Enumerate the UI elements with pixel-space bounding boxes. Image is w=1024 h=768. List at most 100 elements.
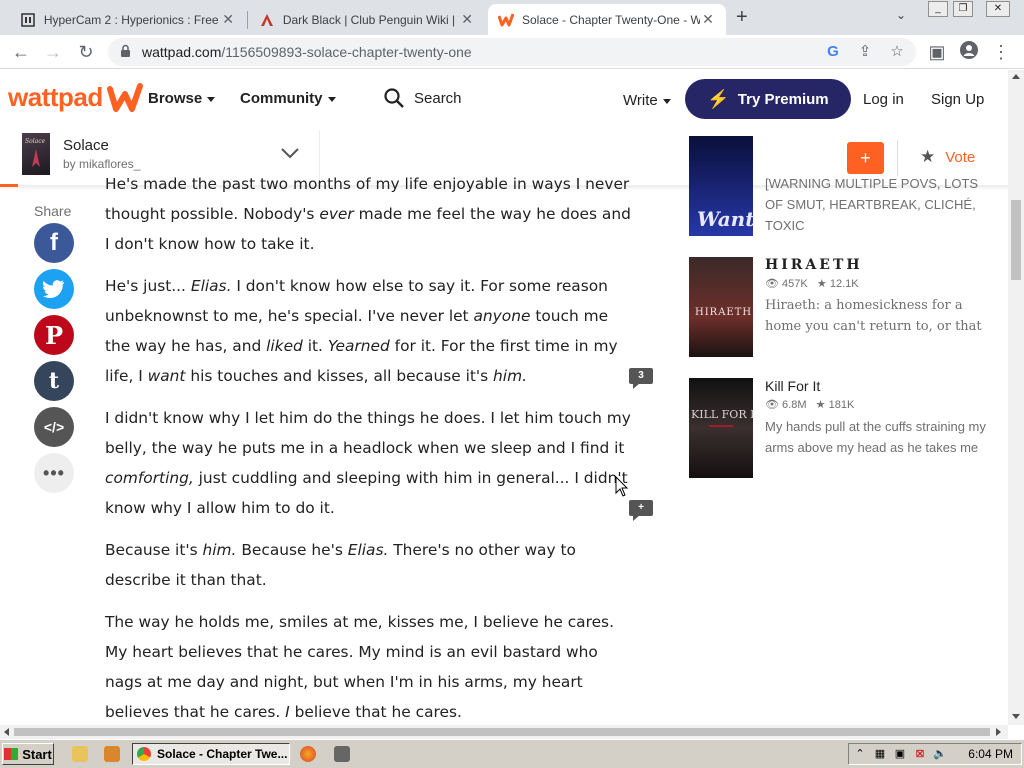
reload-icon[interactable]: ↻: [75, 41, 97, 63]
forward-icon[interactable]: →: [42, 41, 64, 63]
wiki-favicon-icon: [259, 12, 275, 28]
text-run: him.: [493, 367, 527, 385]
text-run: ever: [319, 205, 354, 223]
tab-club-penguin[interactable]: Dark Black | Club Penguin Wiki | Fa ✕: [249, 4, 485, 35]
horizontal-scrollbar[interactable]: [0, 725, 1008, 739]
story-description: [WARNING MULTIPLE POVS, LOTS OF SMUT, HE…: [765, 176, 979, 233]
start-button[interactable]: Start: [2, 743, 54, 765]
back-icon[interactable]: ←: [10, 41, 32, 63]
text-run: anyone: [473, 307, 531, 325]
twitter-share-button[interactable]: [34, 269, 74, 309]
close-window-icon[interactable]: ✕: [986, 1, 1010, 17]
star-icon: ★: [816, 278, 827, 290]
community-menu[interactable]: Community: [240, 90, 336, 107]
url-text: wattpad.com/1156509893-solace-chapter-tw…: [142, 44, 472, 60]
taskbar-item-label: Solace - Chapter Twe...: [157, 747, 288, 761]
page-content: wattpad Browse Community Search Write ⚡ …: [0, 70, 1012, 725]
facebook-share-button[interactable]: f: [34, 223, 74, 263]
chapter-text: He's made the past two months of my life…: [105, 170, 635, 725]
address-bar[interactable]: wattpad.com/1156509893-solace-chapter-tw…: [108, 38, 916, 66]
restore-icon[interactable]: ❐: [953, 1, 973, 17]
scroll-down-icon[interactable]: [1012, 714, 1020, 719]
caret-down-icon: [327, 96, 336, 102]
chevron-down-icon[interactable]: [280, 146, 300, 160]
add-comment-button[interactable]: +: [629, 500, 653, 522]
scrollbar-thumb[interactable]: [14, 728, 990, 736]
scrollbar-thumb[interactable]: [1011, 200, 1021, 280]
start-label: Start: [22, 746, 52, 762]
text-run: his touches and kisses, all because it's: [185, 367, 494, 385]
paragraph: Because it's him. Because he's Elias. Th…: [105, 535, 635, 595]
tab-search-chevron-icon[interactable]: ⌄: [896, 8, 906, 22]
profile-icon[interactable]: [958, 41, 980, 63]
add-comment-label: +: [629, 500, 653, 516]
clock: 6:04 PM: [968, 747, 1013, 761]
story-cover-thumbnail[interactable]: Solace: [22, 133, 50, 175]
story-cover: Want: [689, 136, 755, 236]
vertical-scrollbar[interactable]: [1008, 70, 1024, 725]
system-tray: ⌃ ▦ ▣ ⊠ 🔈 6:04 PM: [848, 743, 1022, 765]
scroll-up-icon[interactable]: [1012, 74, 1020, 79]
recommended-story[interactable]: KILL FOR IT Kill For It 👁 6.8M ★ 181K My…: [689, 378, 989, 478]
media-player-icon[interactable]: [104, 746, 120, 762]
pinterest-icon: P: [44, 320, 64, 350]
tray-expand-icon[interactable]: ⌃: [853, 747, 867, 761]
scroll-left-icon[interactable]: [4, 728, 9, 736]
taskbar-item-chrome[interactable]: Solace - Chapter Twe...: [132, 743, 290, 765]
network-icon[interactable]: ▦: [873, 747, 887, 761]
story-title[interactable]: Solace: [63, 137, 109, 154]
share-page-icon[interactable]: ⇪: [856, 43, 874, 61]
volume-icon[interactable]: 🔈: [933, 747, 947, 761]
new-tab-icon[interactable]: +: [736, 6, 748, 29]
more-share-button[interactable]: •••: [34, 453, 74, 493]
inline-comment-button[interactable]: 3: [629, 368, 653, 390]
screen: HyperCam 2 : Hyperionics : Free Do ✕ Dar…: [0, 0, 1024, 768]
try-premium-button[interactable]: ⚡ Try Premium: [685, 79, 851, 119]
text-run: believe that he cares.: [289, 703, 462, 721]
security-icon[interactable]: ▣: [893, 747, 907, 761]
tab-close-icon[interactable]: ✕: [220, 11, 236, 28]
twitter-icon: [43, 280, 64, 298]
google-icon[interactable]: G: [824, 43, 842, 61]
search-button[interactable]: Search: [384, 88, 462, 108]
browse-label: Browse: [148, 90, 203, 107]
tab-close-icon[interactable]: ✕: [700, 11, 716, 28]
recommended-story[interactable]: HIRAETH HIRAETH 👁 457K ★ 12.1K Hiraeth: …: [689, 257, 989, 357]
text-run: Elias.: [190, 277, 232, 295]
story-title: HIRAETH: [765, 257, 863, 273]
caret-down-icon: [662, 98, 671, 104]
text-run: Because it's: [105, 541, 203, 559]
firefox-icon[interactable]: [300, 746, 316, 762]
alert-icon[interactable]: ⊠: [913, 747, 927, 761]
app-icon[interactable]: [334, 746, 350, 762]
wattpad-logo[interactable]: wattpad: [8, 82, 143, 113]
folder-icon[interactable]: [72, 746, 88, 762]
tumblr-share-button[interactable]: t: [34, 361, 74, 401]
tab-title: HyperCam 2 : Hyperionics : Free Do: [43, 12, 221, 27]
pinterest-share-button[interactable]: P: [34, 315, 74, 355]
bookmark-star-icon[interactable]: ☆: [888, 43, 906, 61]
login-link[interactable]: Log in: [863, 91, 904, 108]
tab-hypercam[interactable]: HyperCam 2 : Hyperionics : Free Do ✕: [10, 4, 246, 35]
svg-text:HIRAETH: HIRAETH: [695, 307, 752, 318]
embed-share-button[interactable]: </>: [34, 407, 74, 447]
reading-progress-bar: [0, 184, 18, 187]
story-cover: KILL FOR IT: [689, 378, 762, 478]
minimize-icon[interactable]: _: [928, 1, 948, 17]
wattpad-w-icon: [106, 82, 143, 112]
paragraph: The way he holds me, smiles at me, kisse…: [105, 607, 635, 725]
browse-menu[interactable]: Browse: [148, 90, 216, 107]
wattpad-favicon-icon: [498, 12, 514, 28]
story-description: My hands pull at the cuffs straining my …: [765, 419, 986, 455]
comment-bubble-icon: [633, 515, 640, 521]
tab-close-icon[interactable]: ✕: [459, 11, 475, 28]
recommended-story[interactable]: Want [WARNING MULTIPLE POVS, LOTS OF SMU…: [689, 136, 989, 236]
tab-solace[interactable]: Solace - Chapter Twenty-One - Watt ✕: [488, 4, 726, 35]
sidepanel-icon[interactable]: ▣: [926, 41, 948, 63]
scroll-right-icon[interactable]: [996, 728, 1001, 736]
write-menu[interactable]: Write: [623, 92, 671, 109]
paragraph: I didn't know why I let him do the thing…: [105, 403, 635, 523]
menu-kebab-icon[interactable]: ⋮: [990, 41, 1012, 63]
more-icon: •••: [43, 462, 65, 483]
signup-link[interactable]: Sign Up: [931, 91, 984, 108]
